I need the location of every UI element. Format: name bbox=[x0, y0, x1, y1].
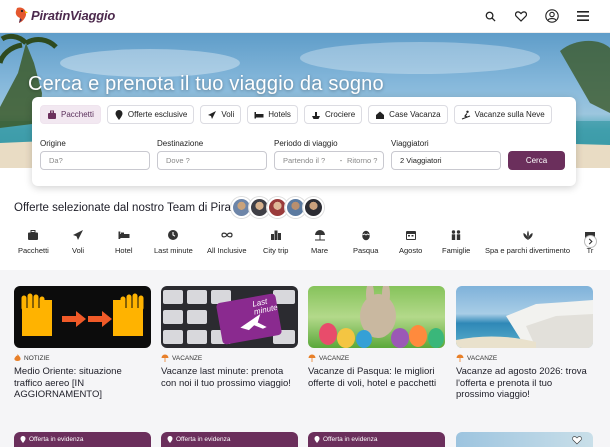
return-date-field[interactable]: Ritorno ? bbox=[347, 156, 377, 165]
parrot-logo-icon bbox=[15, 7, 28, 24]
article-tag: VACANZE bbox=[456, 354, 497, 362]
plane-icon bbox=[208, 110, 217, 119]
category-bar: Pacchetti Voli Hotel Last minute All Inc… bbox=[0, 229, 610, 261]
menu-icon[interactable] bbox=[574, 7, 592, 25]
featured-offer-badge[interactable]: Offerta in evidenza bbox=[161, 432, 298, 447]
tab-voli[interactable]: Voli bbox=[200, 105, 242, 124]
fire-icon bbox=[14, 354, 21, 361]
category-city-trip[interactable]: City trip bbox=[263, 229, 288, 255]
search-button[interactable]: Cerca bbox=[508, 151, 565, 170]
article-title[interactable]: Medio Oriente: situazione traffico aereo… bbox=[14, 366, 151, 401]
depart-date-field[interactable]: Partendo il ? bbox=[283, 156, 335, 165]
featured-offer-badge[interactable]: Offerta in evidenza bbox=[308, 432, 445, 447]
user-icon[interactable] bbox=[543, 7, 561, 25]
tab-pacchetti[interactable]: Pacchetti bbox=[40, 105, 101, 124]
category-last-minute[interactable]: Last minute bbox=[154, 229, 193, 255]
keyboard-image bbox=[163, 290, 295, 345]
category-next-button[interactable] bbox=[584, 235, 597, 248]
tab-hotels[interactable]: Hotels bbox=[247, 105, 298, 124]
avatar bbox=[303, 197, 324, 218]
category-voli[interactable]: Voli bbox=[72, 229, 84, 255]
city-icon bbox=[270, 230, 281, 240]
article-image-easter[interactable] bbox=[308, 286, 445, 348]
category-pasqua[interactable]: Pasqua bbox=[353, 229, 378, 255]
family-icon bbox=[451, 230, 461, 240]
bed-icon bbox=[254, 111, 264, 118]
article-image-keyboard[interactable]: Last minute bbox=[161, 286, 298, 348]
article-image-beach[interactable] bbox=[456, 286, 593, 348]
category-agosto[interactable]: Agosto bbox=[399, 229, 422, 255]
bed-icon bbox=[118, 231, 130, 239]
chevron-right-icon bbox=[588, 238, 593, 245]
category-famiglie[interactable]: Famiglie bbox=[442, 229, 470, 255]
destination-label: Destinazione bbox=[157, 139, 204, 148]
category-spa[interactable]: Spa e parchi divertimento bbox=[485, 229, 570, 255]
team-title: Offerte selezionate dal nostro Team di P… bbox=[14, 202, 237, 214]
search-panel: Pacchetti Offerte esclusive Voli Hotels … bbox=[32, 97, 576, 186]
article-tag: VACANZE bbox=[161, 354, 202, 362]
umbrella-icon bbox=[161, 354, 169, 362]
article-image-hands[interactable] bbox=[14, 286, 151, 348]
house-icon bbox=[376, 111, 385, 119]
infinity-icon bbox=[221, 232, 233, 238]
team-avatars bbox=[231, 197, 324, 218]
category-mare[interactable]: Mare bbox=[311, 229, 328, 255]
site-header: PiratinViaggio bbox=[0, 0, 610, 33]
featured-offer-image[interactable] bbox=[456, 432, 593, 447]
egg-icon bbox=[361, 230, 370, 241]
hands-arrows-image bbox=[21, 293, 144, 336]
calendar-icon bbox=[405, 231, 416, 240]
easter-bunny-image bbox=[319, 286, 444, 348]
hero-title: Cerca e prenota il tuo viaggio da sogno bbox=[28, 73, 384, 95]
origin-label: Origine bbox=[40, 139, 66, 148]
period-label: Periodo di viaggio bbox=[274, 139, 338, 148]
umbrella-icon bbox=[314, 230, 325, 241]
suitcase-icon bbox=[28, 230, 39, 240]
search-icon[interactable] bbox=[481, 7, 499, 25]
category-all-inclusive[interactable]: All Inclusive bbox=[207, 229, 247, 255]
travelers-label: Viaggiatori bbox=[391, 139, 429, 148]
heart-icon-wrap bbox=[572, 436, 582, 445]
heart-icon[interactable] bbox=[512, 7, 530, 25]
spa-icon bbox=[522, 230, 533, 240]
tab-vacanze-neve[interactable]: Vacanze sulla Neve bbox=[453, 105, 552, 124]
package-icon bbox=[48, 110, 56, 119]
tab-crociere[interactable]: Crociere bbox=[303, 105, 363, 124]
article-title[interactable]: Vacanze ad agosto 2026: trova l'offerta … bbox=[456, 366, 593, 401]
tab-offerte-esclusive[interactable]: Offerte esclusive bbox=[106, 105, 195, 124]
pin-icon bbox=[314, 436, 320, 443]
tab-case-vacanza[interactable]: Case Vacanza bbox=[368, 105, 448, 124]
travelers-field[interactable]: 2 Viaggiatori bbox=[391, 151, 501, 170]
category-pacchetti[interactable]: Pacchetti bbox=[18, 229, 49, 255]
umbrella-icon bbox=[308, 354, 316, 362]
umbrella-icon bbox=[456, 354, 464, 362]
article-tag: VACANZE bbox=[308, 354, 349, 362]
ship-icon bbox=[311, 111, 320, 119]
ski-icon bbox=[461, 110, 470, 119]
clock-icon bbox=[168, 230, 179, 240]
article-tag: NOTIZIE bbox=[14, 354, 50, 362]
pin-icon bbox=[20, 436, 26, 443]
search-tabs: Pacchetti Offerte esclusive Voli Hotels … bbox=[40, 105, 552, 124]
period-field[interactable]: Partendo il ? - Ritorno ? bbox=[274, 151, 384, 170]
logo-text: PiratinViaggio bbox=[31, 7, 116, 23]
featured-offer-badge[interactable]: Offerta in evidenza bbox=[14, 432, 151, 447]
beach-cliff-image bbox=[456, 300, 593, 348]
pin-icon bbox=[115, 109, 123, 120]
category-hotel[interactable]: Hotel bbox=[115, 229, 133, 255]
article-title[interactable]: Vacanze last minute: prenota con noi il … bbox=[161, 366, 298, 389]
article-title[interactable]: Vacanze di Pasqua: le migliori offerte d… bbox=[308, 366, 445, 389]
logo[interactable]: PiratinViaggio bbox=[14, 6, 115, 24]
plane-icon bbox=[73, 230, 84, 240]
period-separator: - bbox=[339, 156, 343, 165]
destination-field[interactable]: Dove ? bbox=[157, 151, 267, 170]
origin-field[interactable]: Da? bbox=[40, 151, 150, 170]
pin-icon bbox=[167, 436, 173, 443]
